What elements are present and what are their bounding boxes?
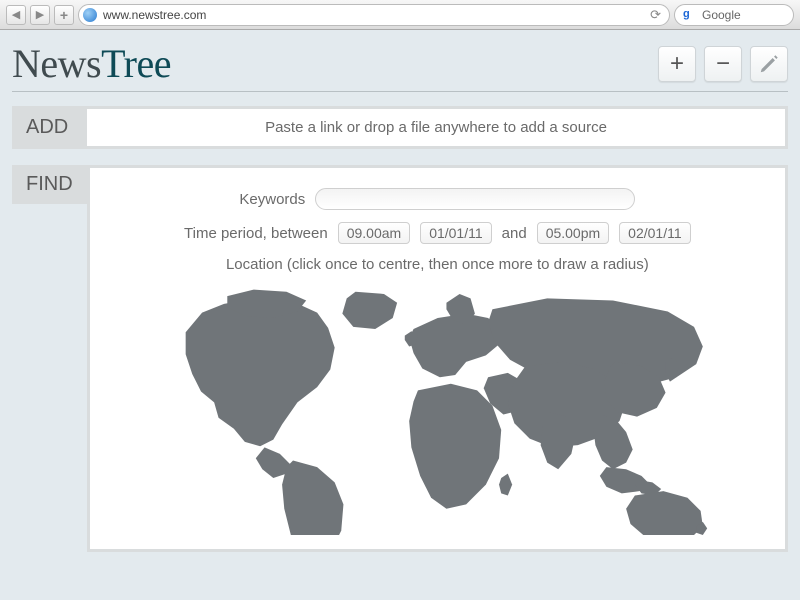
back-button[interactable]: ◀: [6, 5, 26, 25]
forward-button[interactable]: ▶: [30, 5, 50, 25]
browser-search-field[interactable]: Google: [674, 4, 794, 26]
minus-icon: −: [716, 50, 730, 78]
zoom-out-button[interactable]: −: [704, 46, 742, 82]
zoom-in-button[interactable]: +: [658, 46, 696, 82]
world-map[interactable]: [140, 283, 735, 535]
add-section: ADD Paste a link or drop a file anywhere…: [12, 106, 788, 149]
browser-toolbar: ◀ ▶ + www.newstree.com ⟳ Google: [0, 0, 800, 30]
location-hint: Location (click once to centre, then onc…: [226, 256, 649, 273]
new-tab-button[interactable]: +: [54, 5, 74, 25]
time-to-time-input[interactable]: 05.00pm: [537, 222, 609, 244]
plus-icon: +: [670, 50, 684, 78]
url-text: www.newstree.com: [103, 8, 206, 22]
site-favicon-icon: [83, 8, 97, 22]
time-from-date-input[interactable]: 01/01/11: [420, 222, 491, 244]
add-dropzone[interactable]: Paste a link or drop a file anywhere to …: [84, 106, 788, 149]
brand-part1: News: [12, 41, 101, 86]
add-placeholder: Paste a link or drop a file anywhere to …: [265, 119, 607, 136]
app-header: NewsTree + −: [12, 40, 788, 92]
add-tab-label: ADD: [12, 106, 84, 149]
time-and-label: and: [502, 225, 527, 242]
time-from-time-input[interactable]: 09.00am: [338, 222, 410, 244]
compose-button[interactable]: [750, 46, 788, 82]
find-tab-label: FIND: [12, 165, 87, 204]
google-icon: [683, 8, 697, 22]
address-bar[interactable]: www.newstree.com ⟳: [78, 4, 670, 26]
find-section: FIND Keywords Time period, between 09.00…: [12, 165, 788, 552]
brand-logo: NewsTree: [12, 40, 171, 87]
time-to-date-input[interactable]: 02/01/11: [619, 222, 690, 244]
keywords-label: Keywords: [239, 191, 305, 208]
pen-icon: [758, 53, 780, 75]
world-map-svg: [140, 283, 735, 535]
time-prefix: Time period, between: [184, 225, 328, 242]
find-panel: Keywords Time period, between 09.00am 01…: [87, 165, 788, 552]
reload-icon[interactable]: ⟳: [650, 7, 661, 23]
keywords-input[interactable]: [315, 188, 635, 210]
search-provider-label: Google: [702, 8, 741, 22]
brand-part2: Tree: [101, 41, 171, 86]
header-tool-group: + −: [658, 46, 788, 82]
